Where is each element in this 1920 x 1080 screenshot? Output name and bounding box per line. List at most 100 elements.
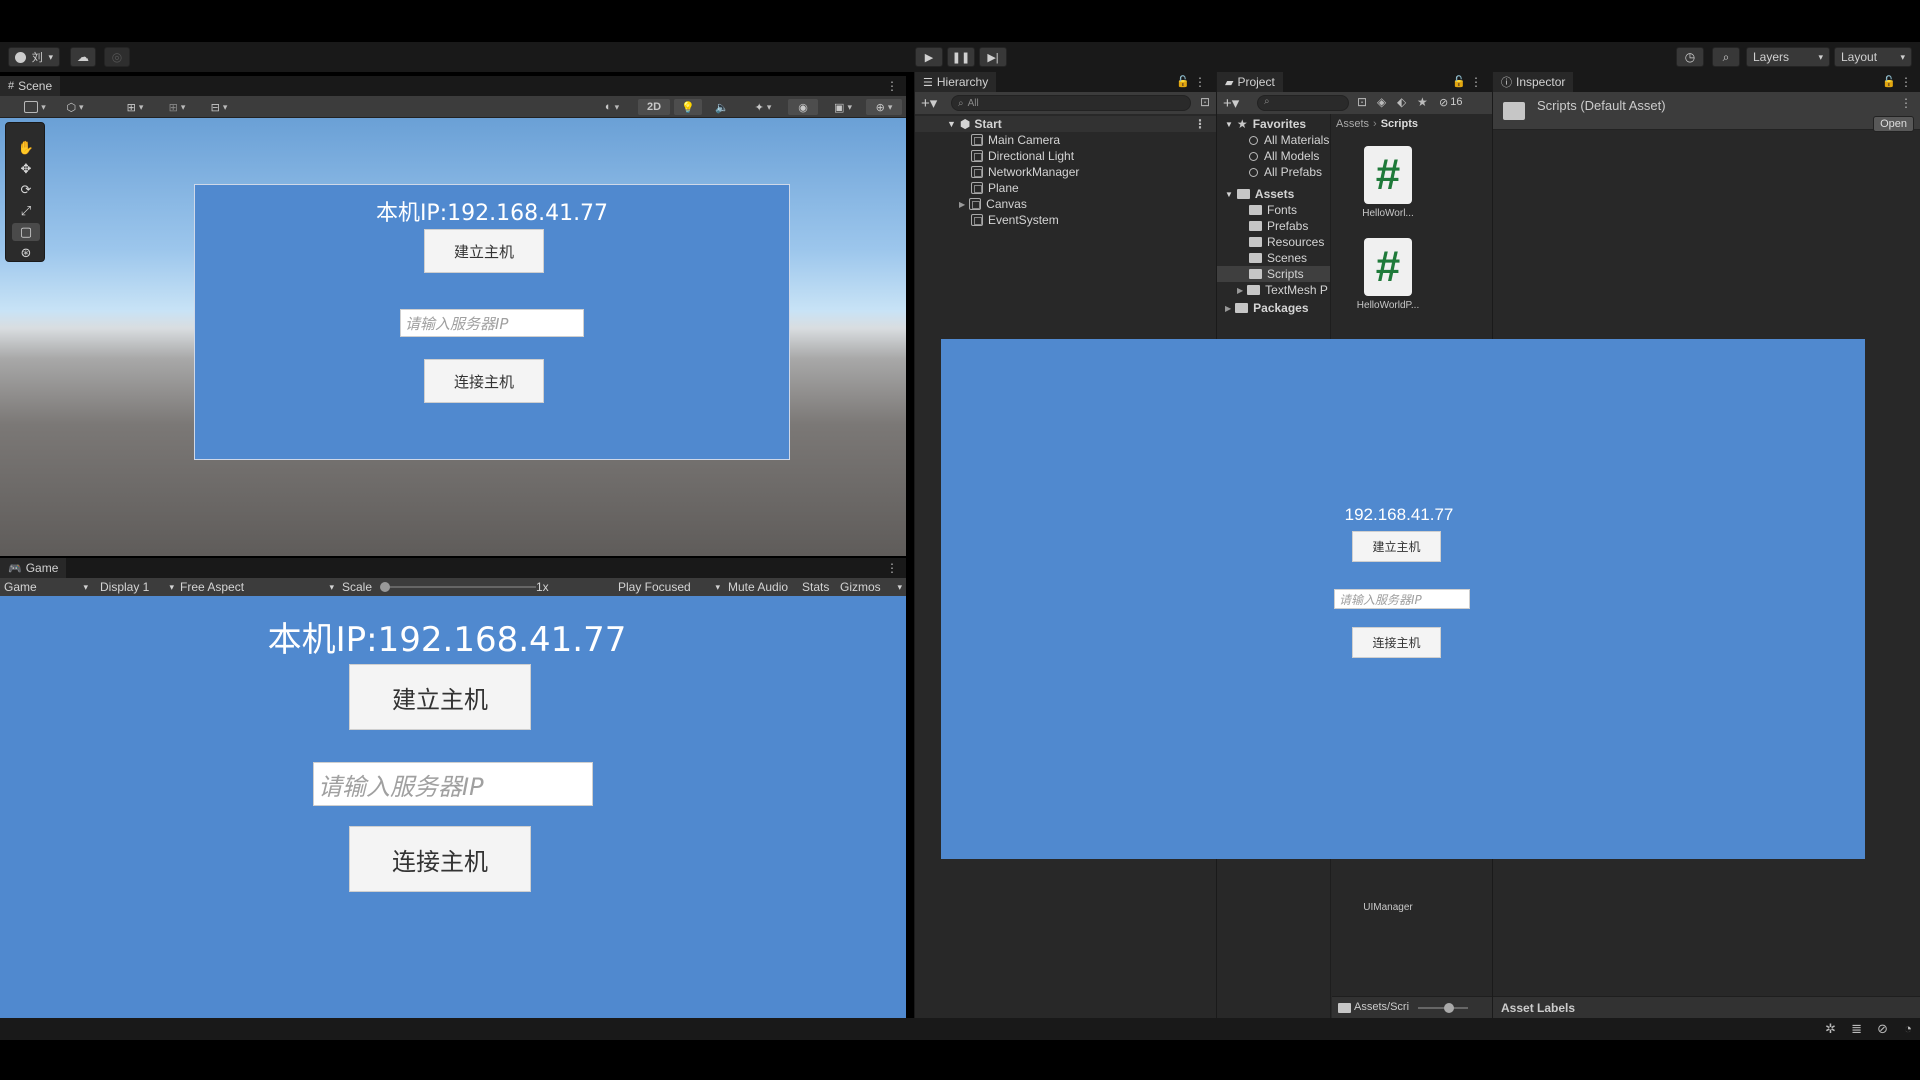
pause-button[interactable]: ❚❚ <box>947 47 975 67</box>
render-dropdown[interactable]: ◐ <box>594 99 630 115</box>
script-icon[interactable]: # <box>1364 146 1412 204</box>
favorite-star-icon[interactable]: ★ <box>1417 95 1428 109</box>
cache-icon[interactable]: ≣ <box>1851 1021 1862 1037</box>
inspector-lock-icon[interactable]: 🔓 <box>1882 75 1896 88</box>
hidden-packages-toggle[interactable]: ⊘ 16 <box>1439 96 1462 109</box>
favorite-item[interactable]: All Prefabs <box>1217 164 1330 180</box>
game-viewport[interactable]: 本机IP:192.168.41.77 建立主机 请输入服务器IP 连接主机 <box>0 596 906 1018</box>
folder-item[interactable]: ▶ TextMesh P <box>1217 282 1330 298</box>
progress-icon[interactable]: ◔ <box>1904 1021 1912 1036</box>
open-button[interactable]: Open <box>1873 116 1914 132</box>
add-icon[interactable]: +▾ <box>921 94 937 112</box>
tab-game[interactable]: 🎮 Game <box>0 558 67 578</box>
increment-dropdown[interactable]: ⊟ <box>202 99 236 115</box>
hierarchy-item[interactable]: EventSystem <box>915 212 1216 228</box>
folder-item[interactable]: Prefabs <box>1217 218 1330 234</box>
scale-tool[interactable]: ⤢ <box>12 202 40 220</box>
game-mode-dropdown[interactable]: Game ▾ <box>4 580 88 594</box>
search-button[interactable]: ⌕ <box>1712 47 1740 67</box>
project-search-input[interactable]: ⌕ <box>1257 95 1349 111</box>
rotate-tool[interactable]: ⟳ <box>12 181 40 199</box>
asset-labels[interactable]: Asset Labels <box>1501 1001 1575 1015</box>
game-host-button[interactable]: 建立主机 <box>349 664 531 730</box>
favorites-row[interactable]: ▼ ★ Favorites <box>1217 116 1330 132</box>
hierarchy-lock-icon[interactable]: 🔓 <box>1176 75 1190 88</box>
folder-item[interactable]: Scenes <box>1217 250 1330 266</box>
rect-tool[interactable]: ▢ <box>12 223 40 241</box>
folder-item[interactable]: Fonts <box>1217 202 1330 218</box>
game-connect-button[interactable]: 连接主机 <box>349 826 531 892</box>
scene-canvas-panel[interactable]: 本机IP:192.168.41.77 建立主机 请输入服务器IP 连接主机 <box>194 184 790 460</box>
favorite-item[interactable]: All Materials <box>1217 132 1330 148</box>
audio-toggle[interactable]: 🔈 <box>708 99 736 115</box>
label-filter-icon[interactable]: ◈ <box>1377 95 1386 109</box>
game-server-ip-input[interactable]: 请输入服务器IP <box>313 762 593 806</box>
project-more-icon[interactable]: ⋮ <box>1470 75 1482 89</box>
inspector-header-more-icon[interactable]: ⋮ <box>1900 96 1912 110</box>
tab-hierarchy[interactable]: ☰ Hierarchy <box>915 72 997 92</box>
scene-filter-icon[interactable]: ⊡ <box>1200 95 1210 109</box>
aspect-dropdown[interactable]: Free Aspect ▾ <box>180 580 334 594</box>
search-type-icon[interactable]: ⊡ <box>1357 95 1367 109</box>
assets-row[interactable]: ▼ Assets <box>1217 186 1330 202</box>
tab-scene[interactable]: # Scene <box>0 76 61 96</box>
hierarchy-item[interactable]: ▶ Canvas <box>915 196 1216 212</box>
folder-item[interactable]: Resources <box>1217 234 1330 250</box>
hierarchy-item[interactable]: NetworkManager <box>915 164 1216 180</box>
hierarchy-item[interactable]: Plane <box>915 180 1216 196</box>
layers-dropdown[interactable]: Layers ▾ <box>1746 47 1830 67</box>
icon-size-slider-handle[interactable] <box>1444 1003 1454 1013</box>
tab-project[interactable]: ▰ Project <box>1217 72 1283 92</box>
project-add-icon[interactable]: +▾ <box>1223 94 1239 112</box>
game-more-icon[interactable]: ⋮ <box>886 561 898 575</box>
play-focused-dropdown[interactable]: Play Focused ▾ <box>618 580 720 594</box>
history-button[interactable]: ◷ <box>1676 47 1704 67</box>
gizmos-toggle[interactable]: Gizmos ▾ <box>840 580 902 594</box>
effects-dropdown[interactable]: ✦ <box>744 99 782 115</box>
move-tool[interactable]: ✥ <box>12 160 40 178</box>
scene-viewport[interactable]: ✋ ✥ ⟳ ⤢ ▢ ⊛ 本机IP:192.168.41.77 建立主机 请输入服… <box>0 118 906 556</box>
hierarchy-item[interactable]: Main Camera <box>915 132 1216 148</box>
overlay-host-button[interactable]: 建立主机 <box>1352 531 1441 562</box>
grid-dropdown[interactable]: ⊞ <box>160 99 194 115</box>
layout-dropdown[interactable]: Layout ▾ <box>1834 47 1912 67</box>
expand-arrow-icon[interactable]: ▶ <box>959 200 965 209</box>
debug-icon[interactable]: ⊘ <box>1877 1021 1888 1037</box>
lighting-toggle[interactable]: 💡 <box>674 99 702 115</box>
stats-toggle[interactable]: Stats <box>802 580 829 594</box>
scene-host-button[interactable]: 建立主机 <box>424 229 544 273</box>
overlay-server-ip-input[interactable]: 请输入服务器IP <box>1334 589 1470 609</box>
packages-row[interactable]: ▶ Packages <box>1217 300 1330 316</box>
step-button[interactable]: ▶| <box>979 47 1007 67</box>
draw-mode-dropdown[interactable] <box>18 99 52 115</box>
hierarchy-search-input[interactable]: ⌕ All <box>951 95 1191 111</box>
scale-slider-handle[interactable] <box>380 582 390 592</box>
inspector-more-icon[interactable]: ⋮ <box>1900 75 1912 89</box>
project-lock-icon[interactable]: 🔓 <box>1452 75 1466 88</box>
breadcrumb-scripts[interactable]: Scripts <box>1381 118 1418 130</box>
tag-icon[interactable]: ⬖ <box>1397 95 1406 109</box>
tab-inspector[interactable]: ⓘ Inspector <box>1493 72 1574 92</box>
snap-dropdown[interactable]: ⊞ <box>118 99 152 115</box>
hand-tool[interactable]: ✋ <box>12 139 40 157</box>
hierarchy-item[interactable]: Directional Light <box>915 148 1216 164</box>
scene-more-icon[interactable]: ⋮ <box>1194 117 1206 131</box>
overlay-connect-button[interactable]: 连接主机 <box>1352 627 1441 658</box>
camera-dropdown[interactable]: ▣ <box>824 99 862 115</box>
more-icon[interactable]: ⋮ <box>886 79 898 93</box>
account-dropdown[interactable]: 刘 ▾ <box>8 47 60 67</box>
icon-size-slider[interactable] <box>1418 1003 1468 1013</box>
favorite-item[interactable]: All Models <box>1217 148 1330 164</box>
folder-item-selected[interactable]: Scripts <box>1217 266 1330 282</box>
hierarchy-scene-row[interactable]: ▼ ⬢ Start ⋮ <box>915 116 1216 132</box>
bug-icon[interactable]: ✲ <box>1825 1021 1836 1037</box>
transform-tool[interactable]: ⊛ <box>12 244 40 262</box>
play-button[interactable]: ▶ <box>915 47 943 67</box>
scene-connect-button[interactable]: 连接主机 <box>424 359 544 403</box>
scale-slider[interactable] <box>380 580 536 594</box>
shading-dropdown[interactable]: ⬡ <box>58 99 92 115</box>
script-icon[interactable]: # <box>1364 238 1412 296</box>
mode-2d-toggle[interactable]: 2D <box>638 99 670 115</box>
display-dropdown[interactable]: Display 1 ▾ <box>100 580 174 594</box>
gizmos-dropdown[interactable]: ⊕ <box>866 99 902 115</box>
